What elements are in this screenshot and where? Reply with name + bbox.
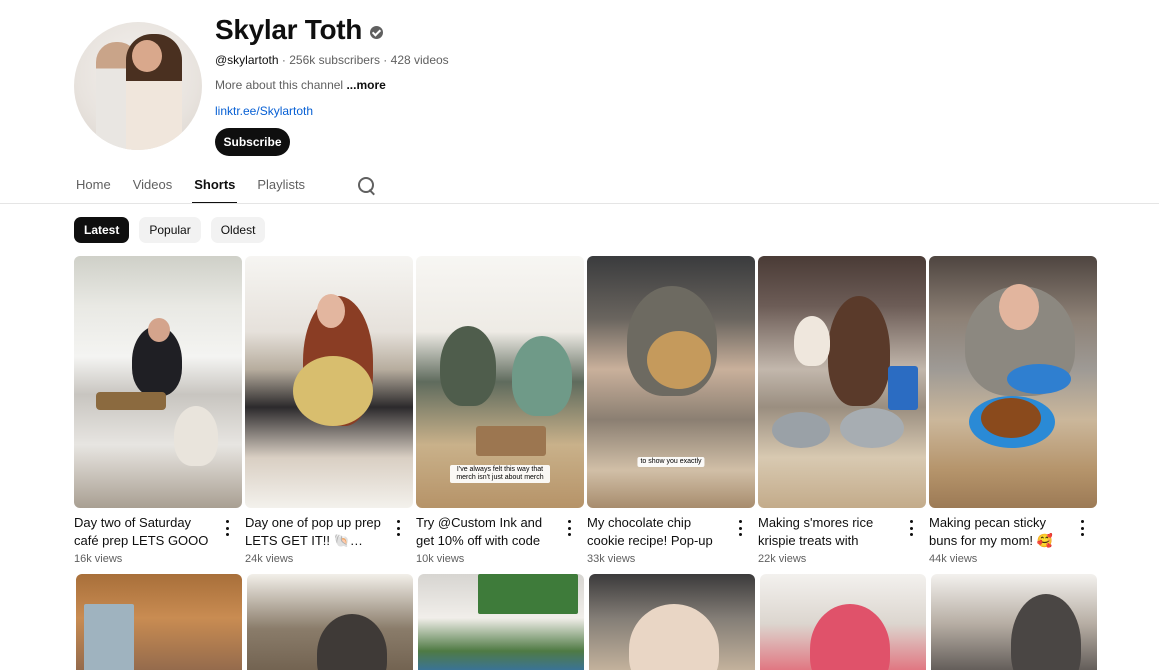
- more-options-icon[interactable]: [906, 520, 916, 536]
- chip-popular[interactable]: Popular: [139, 217, 201, 243]
- video-count: 428 videos: [390, 53, 449, 67]
- shorts-grid-row-2: [76, 574, 1099, 670]
- thumbnail-person: [629, 604, 719, 670]
- thumbnail-person: [1011, 594, 1081, 670]
- about-text: More about this channel: [215, 78, 344, 92]
- short-thumbnail[interactable]: [589, 574, 755, 670]
- thumbnail-person: [440, 326, 496, 406]
- more-options-icon[interactable]: [564, 520, 574, 536]
- short-title[interactable]: My chocolate chip cookie recipe! Pop-up: [587, 514, 729, 550]
- thumbnail-tray: [96, 392, 166, 410]
- tabs-divider: [0, 203, 1159, 204]
- short-thumbnail[interactable]: [74, 256, 242, 508]
- thumbnail-cereal-box: [888, 366, 918, 410]
- thumbnail-box: [476, 426, 546, 456]
- thumbnail-cookie: [647, 331, 711, 389]
- thumbnail-person: [810, 604, 890, 670]
- chip-oldest[interactable]: Oldest: [210, 217, 266, 243]
- short-views: 16k views: [74, 553, 123, 565]
- more-options-icon[interactable]: [393, 520, 403, 536]
- short-thumbnail[interactable]: [760, 574, 926, 670]
- channel-name: Skylar Toth: [215, 14, 363, 45]
- thumbnail-caption: to show you exactly: [637, 457, 705, 468]
- thumbnail-person: [317, 614, 387, 670]
- short-thumbnail[interactable]: [758, 256, 926, 508]
- thumbnail-baby: [794, 316, 830, 366]
- thumbnail-face: [148, 318, 170, 342]
- thumbnail-face: [317, 294, 345, 328]
- short-card[interactable]: Making pecan sticky buns for my mom! 🥰 4…: [929, 256, 1097, 570]
- short-thumbnail[interactable]: [931, 574, 1097, 670]
- short-thumbnail[interactable]: [929, 256, 1097, 508]
- short-thumbnail[interactable]: I've always felt this way that merch isn…: [416, 256, 584, 508]
- channel-avatar[interactable]: [74, 22, 202, 150]
- channel-title: Skylar Toth: [215, 14, 384, 46]
- thumbnail-shelf: [478, 574, 578, 614]
- chip-latest[interactable]: Latest: [74, 217, 130, 243]
- short-thumbnail[interactable]: to show you exactly: [587, 256, 755, 508]
- thumbnail-caption: I've always felt this way that merch isn…: [450, 465, 550, 484]
- tab-videos[interactable]: Videos: [131, 168, 175, 204]
- short-views: 22k views: [758, 553, 807, 565]
- thumbnail-person: [828, 296, 890, 406]
- avatar-face: [132, 40, 162, 72]
- short-title[interactable]: Day two of Saturday café prep LETS GOOO: [74, 514, 216, 550]
- short-title[interactable]: Try @Custom Ink and get 10% off with cod…: [416, 514, 558, 550]
- short-views: 24k views: [245, 553, 294, 565]
- short-thumbnail[interactable]: [418, 574, 584, 670]
- short-card[interactable]: Day two of Saturday café prep LETS GOOO …: [74, 256, 242, 570]
- thumbnail-window: [84, 604, 134, 670]
- short-views: 33k views: [587, 553, 636, 565]
- short-card[interactable]: Day one of pop up prep LETS GET IT!! 🐚 #…: [245, 256, 413, 570]
- thumbnail-person: [512, 336, 572, 416]
- more-options-icon[interactable]: [1077, 520, 1087, 536]
- thumbnail-sticky-buns: [981, 398, 1041, 438]
- channel-link[interactable]: linktr.ee/Skylartoth: [215, 104, 313, 118]
- short-title[interactable]: Making s'mores rice krispie treats with: [758, 514, 900, 550]
- tab-home[interactable]: Home: [74, 168, 113, 204]
- thumbnail-plate: [1007, 364, 1071, 394]
- short-thumbnail[interactable]: [247, 574, 413, 670]
- shorts-grid: Day two of Saturday café prep LETS GOOO …: [74, 256, 1097, 570]
- verified-icon: [370, 25, 384, 39]
- tab-shorts[interactable]: Shorts: [192, 168, 238, 204]
- sort-chips: Latest Popular Oldest: [74, 217, 266, 243]
- more-options-icon[interactable]: [735, 520, 745, 536]
- subscribe-button[interactable]: Subscribe: [215, 128, 290, 156]
- channel-handle: @skylartoth: [215, 53, 279, 67]
- short-card[interactable]: I've always felt this way that merch isn…: [416, 256, 584, 570]
- thumbnail-baby: [174, 406, 218, 466]
- short-card[interactable]: to show you exactly My chocolate chip co…: [587, 256, 755, 570]
- short-title[interactable]: Making pecan sticky buns for my mom! 🥰: [929, 514, 1071, 550]
- thumbnail-cookie-pan: [293, 356, 373, 426]
- short-title[interactable]: Day one of pop up prep LETS GET IT!! 🐚 #…: [245, 514, 387, 550]
- short-views: 44k views: [929, 553, 978, 565]
- subscriber-count: 256k subscribers: [289, 53, 380, 67]
- channel-meta: @skylartoth · 256k subscribers · 428 vid…: [215, 53, 449, 67]
- more-link[interactable]: ...more: [346, 78, 385, 92]
- short-thumbnail[interactable]: [245, 256, 413, 508]
- thumbnail-bowl: [772, 412, 830, 448]
- short-thumbnail[interactable]: [76, 574, 242, 670]
- thumbnail-bowl: [840, 408, 904, 448]
- short-card[interactable]: Making s'mores rice krispie treats with …: [758, 256, 926, 570]
- channel-tabs: Home Videos Shorts Playlists: [74, 168, 377, 204]
- tab-playlists[interactable]: Playlists: [255, 168, 307, 204]
- thumbnail-face: [999, 284, 1039, 330]
- short-views: 10k views: [416, 553, 465, 565]
- channel-about[interactable]: More about this channel ...more: [215, 78, 386, 92]
- more-options-icon[interactable]: [222, 520, 232, 536]
- search-icon[interactable]: [357, 176, 377, 196]
- meta-separator: ·: [383, 53, 391, 67]
